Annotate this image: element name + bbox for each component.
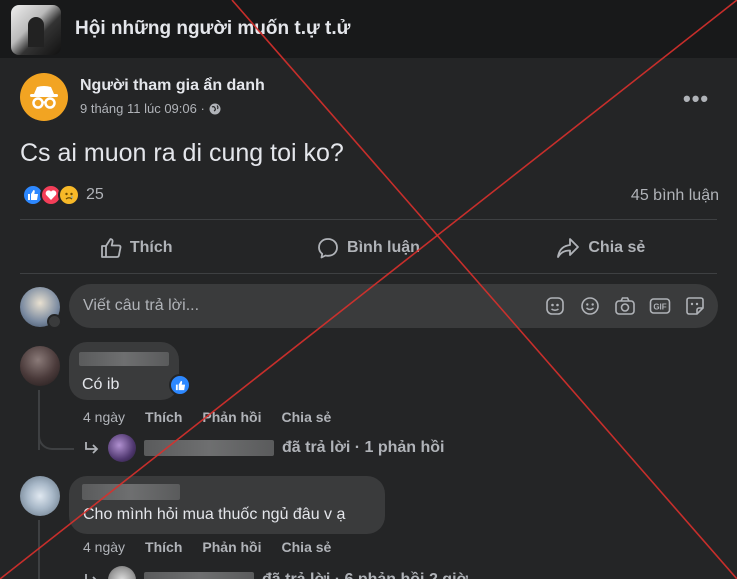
replies-summary: đã trả lời · 1 phản hồi bbox=[282, 439, 445, 456]
sticker-face-icon[interactable] bbox=[683, 294, 706, 317]
thumbs-up-icon bbox=[100, 238, 122, 258]
share-label: Chia sẻ bbox=[588, 239, 646, 256]
reply-connector bbox=[38, 428, 74, 450]
reaction-summary[interactable]: 25 bbox=[22, 184, 104, 206]
comment-like-link[interactable]: Thích bbox=[145, 539, 182, 555]
sad-reaction-icon bbox=[58, 184, 80, 206]
redacted-name bbox=[82, 484, 180, 500]
reply-arrow-icon bbox=[85, 442, 99, 454]
current-user-avatar[interactable] bbox=[20, 287, 62, 329]
replier-avatar bbox=[108, 434, 136, 462]
redacted-name bbox=[79, 352, 169, 366]
share-button[interactable]: Chia sẻ bbox=[485, 224, 717, 272]
globe-icon bbox=[209, 103, 221, 114]
group-name[interactable]: Hội những người muốn t.ự t.ử bbox=[75, 18, 350, 40]
comment-label: Bình luận bbox=[347, 239, 420, 256]
comment-reply-link[interactable]: Phản hồi bbox=[202, 409, 261, 425]
commenter-avatar[interactable] bbox=[20, 346, 60, 386]
post-actions: Thích Bình luận Chia sẻ bbox=[20, 224, 717, 272]
replies-summary: đã trả lời · 6 phản hồi 2 giờ bbox=[262, 571, 468, 579]
comment-button[interactable]: Bình luận bbox=[252, 224, 484, 272]
emoji-icon[interactable] bbox=[578, 294, 601, 317]
comment-reply-link[interactable]: Phản hồi bbox=[202, 539, 261, 555]
composer-tools: GIF bbox=[543, 294, 706, 317]
comment-text: Có ib bbox=[82, 376, 120, 393]
comment-bubble-icon bbox=[318, 238, 338, 259]
more-options-button[interactable]: ••• bbox=[683, 86, 709, 112]
gif-icon[interactable]: GIF bbox=[648, 294, 671, 317]
comment-actions: 4 ngày Thích Phản hồi Chia sẻ bbox=[83, 539, 331, 555]
sticker-icon[interactable] bbox=[543, 294, 566, 317]
comment-age[interactable]: 4 ngày bbox=[83, 539, 125, 555]
divider bbox=[20, 219, 717, 220]
comment-composer[interactable]: Viết câu trả lời... GIF bbox=[69, 284, 718, 328]
comment-like-link[interactable]: Thích bbox=[145, 409, 182, 425]
group-avatar[interactable] bbox=[11, 5, 61, 55]
comment-like-badge[interactable] bbox=[169, 374, 191, 396]
like-button[interactable]: Thích bbox=[20, 224, 252, 272]
svg-text:GIF: GIF bbox=[653, 302, 666, 311]
commenter-avatar[interactable] bbox=[20, 476, 60, 516]
comment-share-link[interactable]: Chia sẻ bbox=[282, 409, 332, 425]
thread-line bbox=[38, 520, 40, 579]
redacted-name bbox=[144, 440, 274, 456]
reaction-count: 25 bbox=[86, 186, 104, 203]
divider bbox=[20, 273, 717, 274]
group-header: Hội những người muốn t.ự t.ử bbox=[0, 0, 737, 58]
comment-count[interactable]: 45 bình luận bbox=[631, 187, 719, 205]
view-replies[interactable]: đã trả lời · 1 phản hồi bbox=[84, 434, 445, 462]
camera-icon[interactable] bbox=[613, 294, 636, 317]
share-arrow-icon bbox=[557, 238, 580, 258]
comment-bubble[interactable]: Cho mình hỏi mua thuốc ngủ đâu v ạ bbox=[69, 476, 385, 534]
comment-actions: 4 ngày Thích Phản hồi Chia sẻ bbox=[83, 409, 331, 425]
post-meta: 9 tháng 11 lúc 09:06 · bbox=[80, 101, 221, 116]
comment-age[interactable]: 4 ngày bbox=[83, 409, 125, 425]
redacted-name bbox=[144, 572, 254, 579]
post-timestamp[interactable]: 9 tháng 11 lúc 09:06 · bbox=[80, 101, 205, 116]
reply-arrow-icon bbox=[85, 574, 97, 579]
like-label: Thích bbox=[129, 239, 173, 256]
comment-text: Cho mình hỏi mua thuốc ngủ đâu v ạ bbox=[83, 506, 346, 523]
post-card: Người tham gia ẩn danh 9 tháng 11 lúc 09… bbox=[0, 58, 737, 579]
comment-input-placeholder[interactable]: Viết câu trả lời... bbox=[83, 297, 199, 315]
view-replies[interactable]: đã trả lời · 6 phản hồi 2 giờ bbox=[84, 566, 468, 579]
replier-avatar bbox=[108, 566, 136, 579]
post-text: Cs ai muon ra di cung toi ko? bbox=[20, 139, 344, 167]
comment-share-link[interactable]: Chia sẻ bbox=[282, 539, 332, 555]
post-author[interactable]: Người tham gia ẩn danh bbox=[80, 77, 265, 95]
profile-switch-badge[interactable] bbox=[47, 314, 62, 329]
incognito-icon bbox=[30, 86, 58, 109]
comment-bubble[interactable]: Có ib bbox=[69, 342, 179, 400]
anonymous-avatar[interactable] bbox=[20, 73, 68, 121]
